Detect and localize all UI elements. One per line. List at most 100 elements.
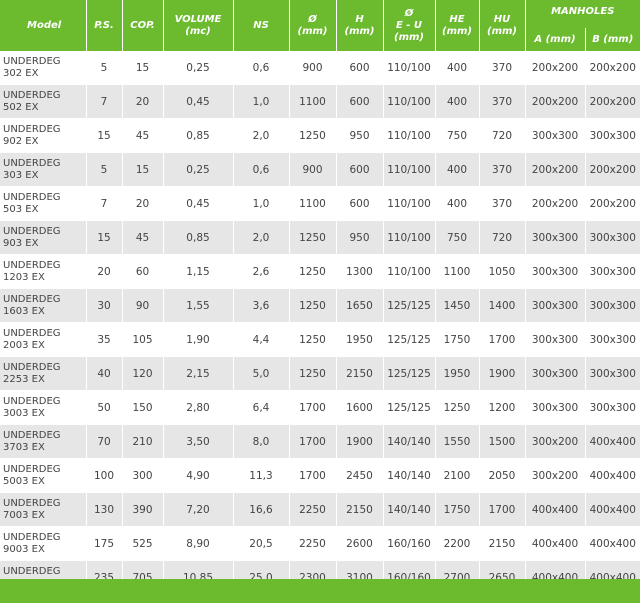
cell-ps: 35 [86, 322, 123, 357]
cell-height: 950 [336, 220, 384, 255]
cell-ns: 3,6 [233, 288, 290, 323]
cell-manhole-b: 300x300 [585, 220, 640, 255]
cell-cop: 210 [122, 424, 164, 459]
cell-manhole-b: 200x200 [585, 152, 640, 187]
footer-bar [0, 579, 640, 603]
cell-hu: 1400 [479, 288, 526, 323]
cell-eu: 110/100 [383, 51, 436, 85]
cell-height: 600 [336, 51, 384, 85]
cell-ns: 11,3 [233, 458, 290, 493]
cell-ps: 20 [86, 254, 123, 289]
cell-ns: 8,0 [233, 424, 290, 459]
table-row: UNDERDEG 503 EX 7 20 0,45 1,0 1100 600 110/100 40… [0, 186, 640, 221]
cell-model: UNDERDEG 1603 EX [0, 288, 87, 323]
model-code: 9003 EX [3, 543, 45, 555]
cell-eu: 160/160 [383, 526, 436, 561]
table-row: UNDERDEG 7003 EX 130 390 7,20 16,6 2250 2150 140… [0, 492, 640, 527]
table-row: UNDERDEG 903 EX 15 45 0,85 2,0 1250 950 110/100 7… [0, 220, 640, 255]
cell-hu: 2150 [479, 526, 526, 561]
cell-ps: 5 [86, 51, 123, 85]
cell-manhole-b: 300x300 [585, 356, 640, 391]
cell-he: 1100 [435, 254, 480, 289]
cell-model: UNDERDEG 9003 EX [0, 526, 87, 561]
model-code: 302 EX [3, 67, 39, 79]
cell-manhole-b: 300x300 [585, 322, 640, 357]
cell-cop: 525 [122, 526, 164, 561]
cell-he: 2200 [435, 526, 480, 561]
cell-ns: 2,0 [233, 118, 290, 153]
cell-model: UNDERDEG 2003 EX [0, 322, 87, 357]
cell-eu: 125/125 [383, 322, 436, 357]
cell-manhole-a: 300x300 [525, 322, 586, 357]
cell-model: UNDERDEG 502 EX [0, 84, 87, 119]
cell-height: 1950 [336, 322, 384, 357]
cell-ns: 0,6 [233, 152, 290, 187]
cell-cop: 45 [122, 220, 164, 255]
cell-hu: 720 [479, 220, 526, 255]
cell-diameter: 1250 [289, 118, 337, 153]
cell-ps: 5 [86, 152, 123, 187]
cell-ps: 70 [86, 424, 123, 459]
model-series: UNDERDEG [3, 293, 61, 305]
cell-model: UNDERDEG 2253 EX [0, 356, 87, 391]
cell-ns: 2,6 [233, 254, 290, 289]
cell-eu: 110/100 [383, 254, 436, 289]
cell-volume: 4,90 [163, 458, 234, 493]
table-row: UNDERDEG 502 EX 7 20 0,45 1,0 1100 600 110/100 40… [0, 84, 640, 119]
header-manhole-a: A (mm) [525, 28, 586, 51]
model-code: 503 EX [3, 203, 39, 215]
cell-he: 750 [435, 220, 480, 255]
cell-he: 1450 [435, 288, 480, 323]
cell-diameter: 1250 [289, 220, 337, 255]
header-volume: VOLUME (mc) [163, 0, 234, 51]
model-series: UNDERDEG [3, 191, 61, 203]
cell-volume: 7,20 [163, 492, 234, 527]
cell-manhole-a: 200x200 [525, 84, 586, 119]
cell-eu: 125/125 [383, 390, 436, 425]
cell-cop: 150 [122, 390, 164, 425]
header-volume-unit: (mc) [185, 25, 211, 37]
cell-model: UNDERDEG 1203 EX [0, 254, 87, 289]
model-code: 1603 EX [3, 305, 45, 317]
header-hu: HU (mm) [479, 0, 526, 51]
model-code: 902 EX [3, 135, 39, 147]
cell-eu: 125/125 [383, 288, 436, 323]
cell-height: 1600 [336, 390, 384, 425]
cell-hu: 720 [479, 118, 526, 153]
cell-ps: 15 [86, 220, 123, 255]
cell-model: UNDERDEG 3703 EX [0, 424, 87, 459]
table-row: UNDERDEG 303 EX 5 15 0,25 0,6 900 600 110/100 400… [0, 152, 640, 187]
table-row: UNDERDEG 1203 EX 20 60 1,15 2,6 1250 1300 110/10… [0, 254, 640, 289]
cell-ps: 15 [86, 118, 123, 153]
cell-hu: 370 [479, 152, 526, 187]
cell-hu: 1200 [479, 390, 526, 425]
cell-manhole-b: 400x400 [585, 492, 640, 527]
cell-cop: 390 [122, 492, 164, 527]
cell-ps: 30 [86, 288, 123, 323]
cell-manhole-a: 300x200 [525, 424, 586, 459]
cell-height: 600 [336, 84, 384, 119]
model-series: UNDERDEG [3, 361, 61, 373]
cell-volume: 0,45 [163, 186, 234, 221]
header-height-unit: (mm) [344, 25, 375, 37]
cell-hu: 1700 [479, 492, 526, 527]
cell-he: 400 [435, 84, 480, 119]
cell-diameter: 1700 [289, 424, 337, 459]
cell-manhole-a: 300x300 [525, 356, 586, 391]
cell-diameter: 900 [289, 152, 337, 187]
cell-manhole-b: 300x300 [585, 118, 640, 153]
cell-cop: 20 [122, 84, 164, 119]
model-code: 2253 EX [3, 373, 45, 385]
cell-height: 2450 [336, 458, 384, 493]
header-eu-unit: (mm) [394, 31, 424, 43]
model-code: 1203 EX [3, 271, 45, 283]
header-cop: COP. [122, 0, 164, 51]
model-series: UNDERDEG [3, 429, 61, 441]
cell-diameter: 1700 [289, 458, 337, 493]
table-row: UNDERDEG 2003 EX 35 105 1,90 4,4 1250 1950 125/1… [0, 322, 640, 357]
cell-model: UNDERDEG 902 EX [0, 118, 87, 153]
header-height: H (mm) [336, 0, 384, 51]
cell-manhole-b: 400x400 [585, 526, 640, 561]
header-height-label: H [355, 13, 364, 25]
cell-height: 2150 [336, 492, 384, 527]
